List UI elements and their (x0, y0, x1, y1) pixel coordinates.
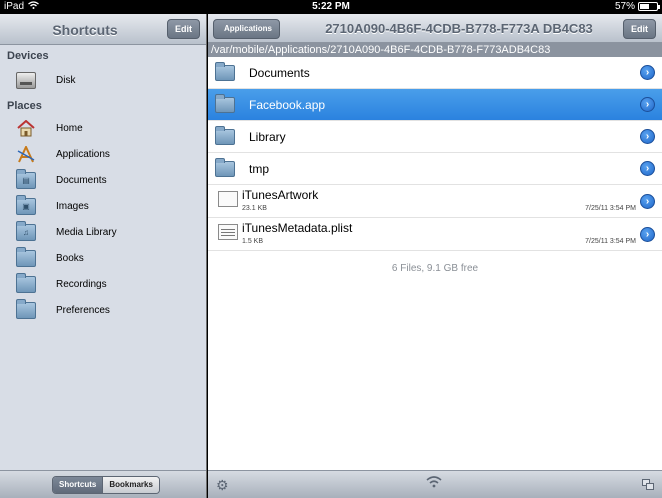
file-size: 1.5 KB (242, 238, 264, 245)
devices-header: Devices (7, 50, 49, 62)
status-bar: iPad 5:22 PM 57% (0, 0, 662, 14)
shortcuts-sidebar: Shortcuts Edit Devices Disk Places Home … (0, 14, 207, 498)
sidebar-item-disk[interactable]: Disk (0, 65, 206, 95)
music-folder-icon: ♫ (16, 220, 36, 241)
file-name: tmp (249, 161, 270, 176)
file-icon (218, 191, 238, 207)
disclosure-icon[interactable]: › (640, 65, 655, 80)
folder-icon (215, 125, 235, 145)
sidebar-item-label: Books (56, 252, 84, 264)
folder-icon (215, 61, 235, 81)
images-folder-icon: ▣ (16, 194, 36, 215)
file-browser: Applications 2710A090-4B6F-4CDB-B778-F77… (208, 14, 662, 498)
gear-icon[interactable]: ⚙ (216, 477, 229, 494)
file-row-itunesmetadata-plist[interactable]: iTunesMetadata.plist 1.5 KB 7/25/11 3:54… (208, 218, 662, 251)
folder-title: 2710A090-4B6F-4CDB-B778-F773A DB4C83 (325, 21, 593, 36)
sidebar-item-preferences[interactable]: Preferences (0, 297, 206, 323)
battery-percent: 57% (614, 1, 635, 12)
shortcuts-bookmarks-segmented-control: Shortcuts Bookmarks (52, 476, 160, 494)
windows-icon[interactable] (642, 479, 654, 490)
shortcuts-segment[interactable]: Shortcuts (53, 477, 103, 493)
browser-navbar: Applications 2710A090-4B6F-4CDB-B778-F77… (208, 14, 662, 43)
file-date: 7/25/11 3:54 PM (585, 238, 636, 245)
folder-icon (215, 157, 235, 177)
file-date: 7/25/11 3:54 PM (585, 205, 636, 212)
sidebar-navbar: Shortcuts Edit (0, 14, 206, 45)
disclosure-icon[interactable]: › (640, 194, 655, 209)
battery-icon (638, 2, 660, 11)
browser-toolbar: ⚙ (208, 470, 662, 498)
documents-folder-icon: ▤ (16, 168, 36, 189)
file-name: Facebook.app (249, 97, 326, 112)
recordings-folder-icon (16, 272, 36, 293)
wifi-sharing-icon[interactable] (426, 476, 442, 491)
file-name: iTunesMetadata.plist (242, 221, 353, 235)
sidebar-item-label: Recordings (56, 278, 107, 290)
sidebar-item-label: Applications (56, 148, 110, 160)
sidebar-item-label: Home (56, 122, 83, 134)
file-size: 23.1 KB (242, 205, 267, 212)
sidebar-item-home[interactable]: Home (0, 115, 206, 141)
disclosure-icon[interactable]: › (640, 161, 655, 176)
file-row-tmp[interactable]: tmp › (208, 153, 662, 185)
disk-icon (16, 71, 36, 89)
file-name: Documents (249, 65, 310, 80)
books-folder-icon (16, 246, 36, 267)
disclosure-icon[interactable]: › (640, 227, 655, 242)
places-header: Places (7, 100, 42, 112)
sidebar-item-label: Disk (56, 74, 76, 86)
path-bar: /var/mobile/Applications/2710A090-4B6F-4… (208, 43, 662, 57)
back-button[interactable]: Applications (213, 19, 281, 39)
sidebar-item-label: Documents (56, 174, 107, 186)
browser-edit-button[interactable]: Edit (623, 19, 656, 39)
folder-icon (215, 93, 235, 113)
sidebar-item-books[interactable]: Books (0, 245, 206, 271)
sidebar-title: Shortcuts (52, 22, 118, 38)
clock: 5:22 PM (312, 1, 350, 12)
disclosure-icon[interactable]: › (640, 97, 655, 112)
applications-icon (16, 144, 36, 163)
sidebar-item-recordings[interactable]: Recordings (0, 271, 206, 297)
sidebar-item-media-library[interactable]: ♫ Media Library (0, 219, 206, 245)
sidebar-item-label: Media Library (56, 226, 117, 238)
sidebar-item-applications[interactable]: Applications (0, 141, 206, 167)
preferences-folder-icon (16, 298, 36, 319)
home-icon (16, 119, 36, 137)
file-row-itunesartwork[interactable]: iTunesArtwork 23.1 KB 7/25/11 3:54 PM › (208, 185, 662, 218)
file-row-facebook-app[interactable]: Facebook.app › (208, 89, 662, 121)
sidebar-item-label: Images (56, 200, 89, 212)
disclosure-icon[interactable]: › (640, 129, 655, 144)
sidebar-item-images[interactable]: ▣ Images (0, 193, 206, 219)
battery-fill (640, 4, 649, 9)
sidebar-item-documents[interactable]: ▤ Documents (0, 167, 206, 193)
file-name: Library (249, 129, 286, 144)
folder-summary: 6 Files, 9.1 GB free (391, 263, 479, 274)
file-row-library[interactable]: Library › (208, 121, 662, 153)
file-row-documents[interactable]: Documents › (208, 57, 662, 89)
bookmarks-segment[interactable]: Bookmarks (102, 477, 159, 493)
sidebar-item-label: Preferences (56, 304, 110, 316)
sidebar-edit-button[interactable]: Edit (167, 19, 200, 39)
sidebar-toolbar: Shortcuts Bookmarks (0, 470, 206, 498)
text-file-icon (218, 224, 238, 240)
file-name: iTunesArtwork (242, 188, 319, 202)
